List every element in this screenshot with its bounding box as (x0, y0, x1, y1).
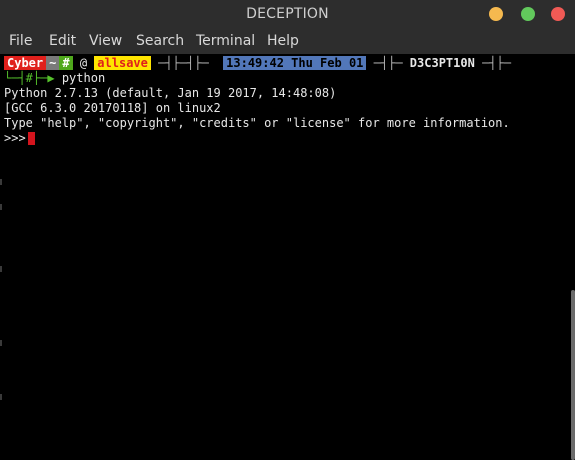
prompt-at: @ (79, 56, 88, 70)
title-bar[interactable]: DECEPTION (0, 0, 575, 28)
menu-edit[interactable]: Edit (49, 28, 76, 54)
edge-mark (0, 179, 2, 185)
repl-line: >>> (4, 131, 35, 146)
menu-terminal[interactable]: Terminal (196, 28, 255, 54)
minimize-button[interactable] (489, 7, 503, 21)
prompt-branch: └─┤#├─ (4, 71, 48, 85)
edge-mark (0, 340, 2, 346)
maximize-button[interactable] (521, 7, 535, 21)
edge-mark (0, 394, 2, 400)
menu-file[interactable]: File (9, 28, 32, 54)
prompt-arrow-icon: ▶ (47, 71, 55, 85)
menu-help[interactable]: Help (267, 28, 299, 54)
prompt-machine: D3C3PT10N (409, 56, 475, 70)
menu-bar: File Edit View Search Terminal Help (0, 28, 575, 54)
prompt-separator-2: ─┤├─ (373, 56, 403, 70)
terminal-window: DECEPTION File Edit View Search Terminal… (0, 0, 575, 460)
prompt-host: allsave (94, 56, 151, 70)
cursor (27, 132, 35, 145)
close-button[interactable] (551, 7, 565, 21)
output-line-2: [GCC 6.3.0 20170118] on linux2 (4, 101, 221, 115)
command-line: └─┤#├─▶ python (4, 71, 105, 86)
menu-search[interactable]: Search (136, 28, 184, 54)
terminal-area[interactable]: Cyber ~ # @ allsave ─┤├─┤├─ 13:49:42 Thu F… (0, 54, 575, 460)
prompt-dir: ~ (46, 56, 60, 70)
prompt-user: Cyber (4, 56, 47, 70)
prompt-separator-3: ─┤├─ (482, 56, 511, 70)
repl-prompt: >>> (4, 131, 26, 145)
prompt-line: Cyber ~ # @ allsave ─┤├─┤├─ 13:49:42 Thu F… (4, 56, 511, 71)
edge-mark (0, 266, 2, 272)
output-line-1: Python 2.7.13 (default, Jan 19 2017, 14:… (4, 86, 337, 100)
prompt-separator-1: ─┤├─┤├─ (158, 56, 209, 70)
prompt-symbol: # (59, 56, 73, 70)
scrollbar[interactable] (571, 290, 575, 460)
command-text: python (61, 71, 106, 85)
edge-mark (0, 204, 2, 210)
menu-view[interactable]: View (89, 28, 122, 54)
prompt-time: 13:49:42 Thu Feb 01 (223, 56, 367, 70)
output-line-3: Type "help", "copyright", "credits" or "… (4, 116, 510, 130)
